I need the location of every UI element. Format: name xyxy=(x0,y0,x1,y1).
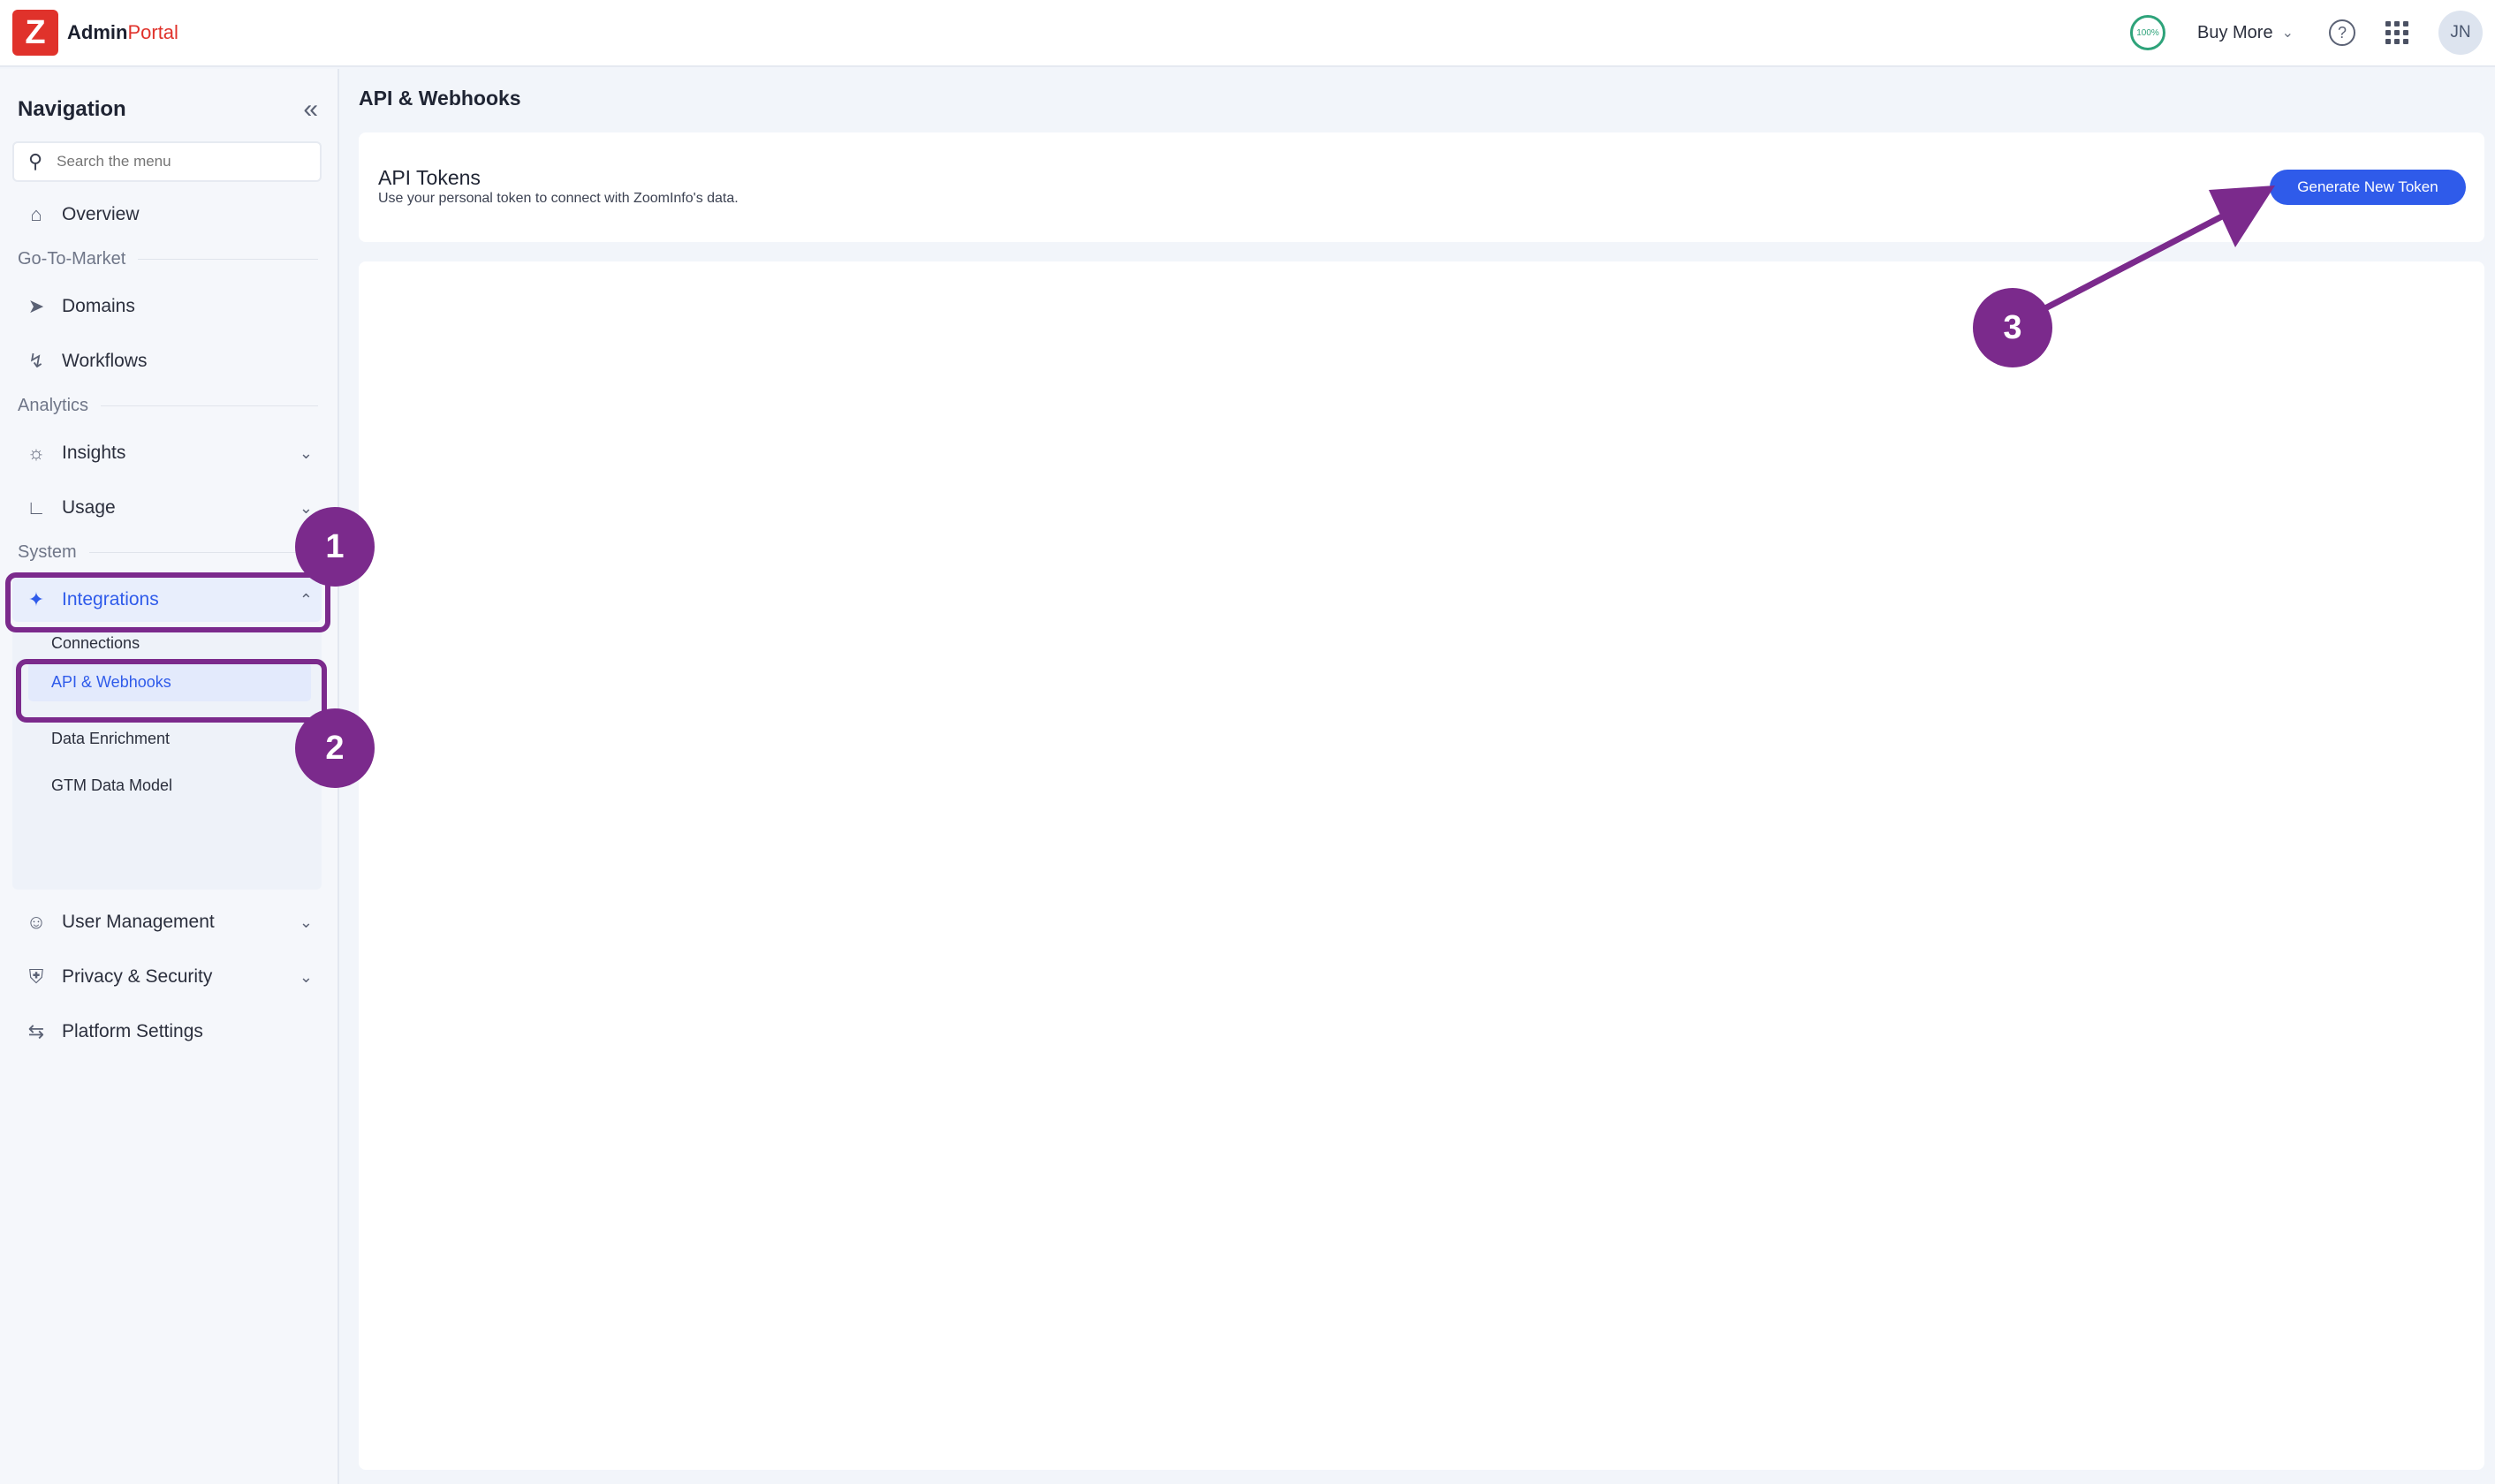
annotation-arrow xyxy=(2040,186,2275,313)
arrow-shaft xyxy=(2040,201,2248,313)
